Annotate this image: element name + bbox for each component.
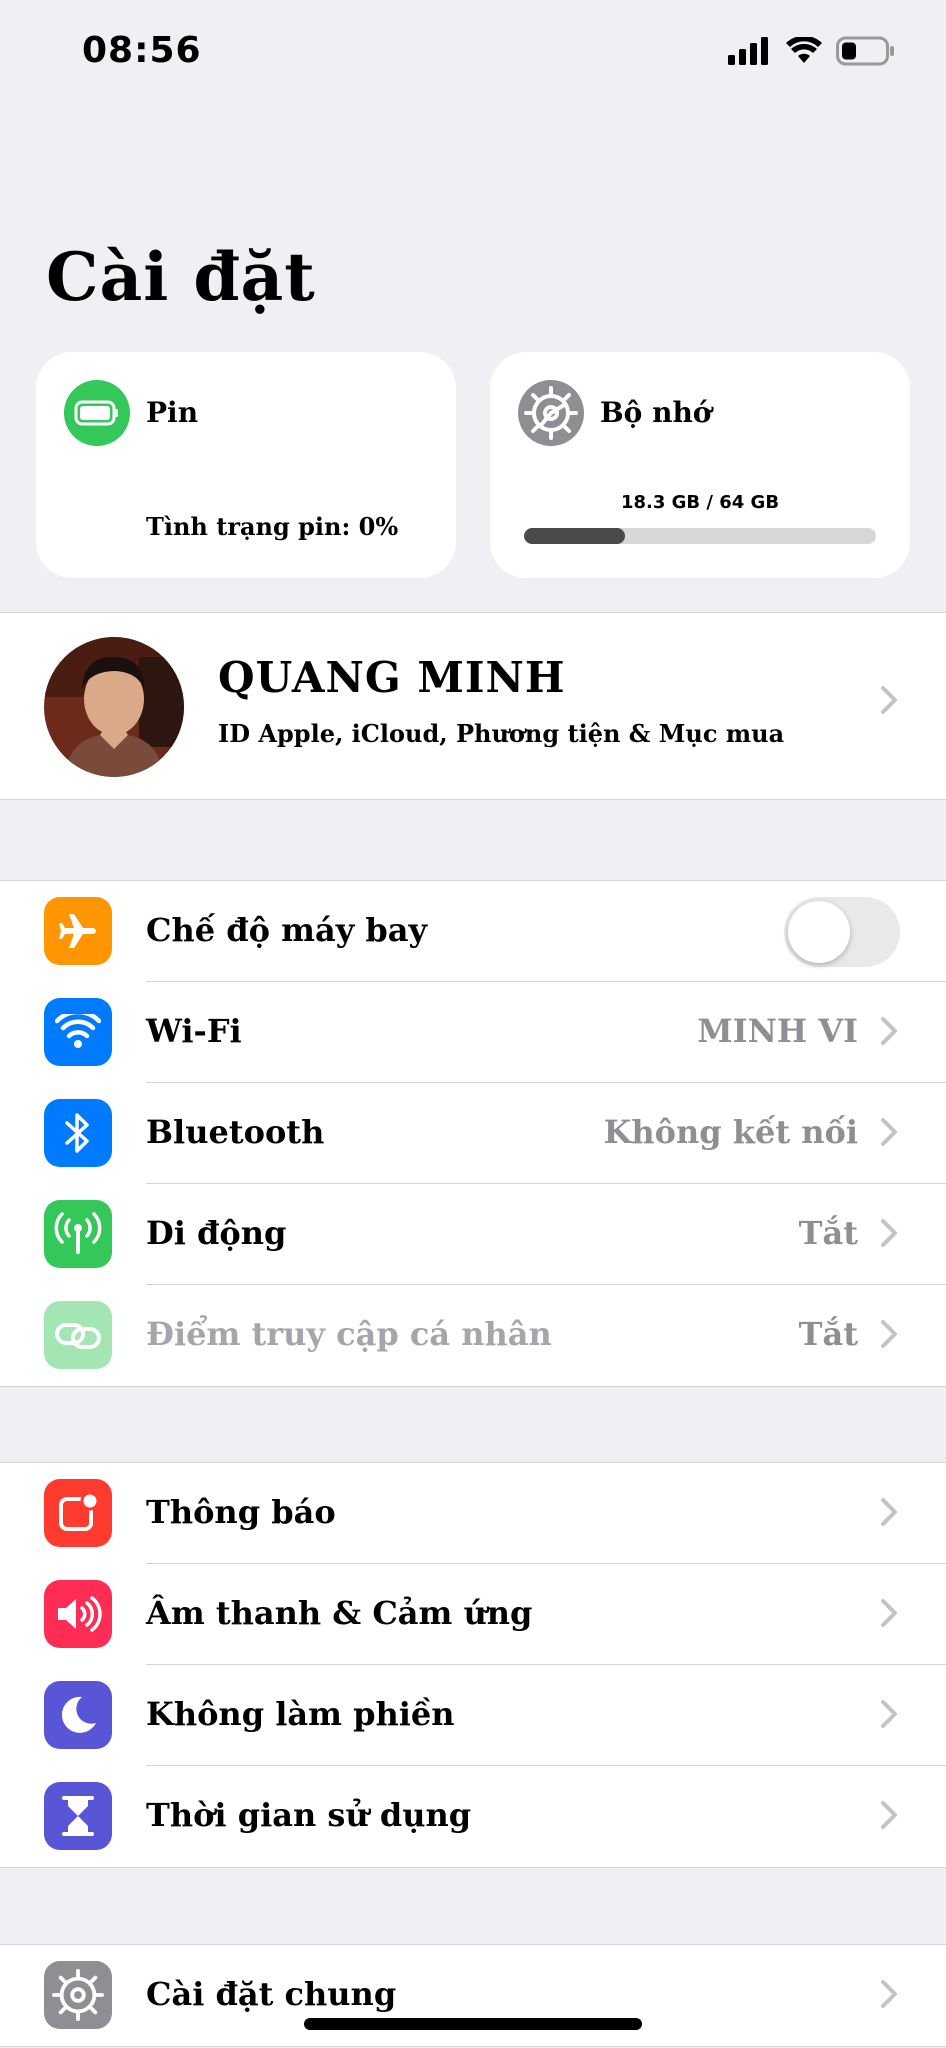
chevron-right-icon xyxy=(881,686,897,714)
connectivity-group: Chế độ máy bay Wi-Fi MINH VI Bluetooth K… xyxy=(0,880,946,1387)
profile-name: QUANG MINH xyxy=(218,653,566,702)
settings-row-notifications[interactable]: Thông báo xyxy=(0,1463,946,1564)
chevron-right-icon xyxy=(881,1219,897,1247)
settings-row-general[interactable]: Cài đặt chung xyxy=(0,1945,946,2046)
battery-widget-title: Pin xyxy=(146,396,199,429)
airplane-icon xyxy=(44,897,112,965)
storage-gear-icon xyxy=(518,380,584,446)
settings-row-do-not-disturb[interactable]: Không làm phiền xyxy=(0,1665,946,1766)
row-label-bluetooth: Bluetooth xyxy=(146,1113,325,1151)
hotspot-icon xyxy=(44,1301,112,1369)
notifications-group: Thông báo Âm thanh & Cảm ứng Không làm p… xyxy=(0,1462,946,1868)
cellular-icon xyxy=(44,1200,112,1268)
chevron-right-icon xyxy=(881,1980,897,2008)
wifi-status-icon xyxy=(786,37,822,63)
signal-icon xyxy=(728,37,768,65)
gear-icon xyxy=(44,1961,112,2029)
storage-widget[interactable]: Bộ nhớ 18.3 GB / 64 GB xyxy=(490,352,910,578)
bluetooth-status: Không kết nối xyxy=(603,1113,858,1151)
row-label-wifi: Wi-Fi xyxy=(146,1012,242,1050)
avatar xyxy=(44,637,184,777)
status-time: 08:56 xyxy=(82,30,202,71)
settings-row-cellular[interactable]: Di động Tắt xyxy=(0,1184,946,1285)
chevron-right-icon xyxy=(881,1498,897,1526)
home-indicator[interactable] xyxy=(304,2018,642,2030)
chevron-right-icon xyxy=(881,1320,897,1348)
settings-screen: 08:56 Cài đặt Pin Tình trạng pin: 0% Bộ … xyxy=(0,0,946,2048)
sound-icon xyxy=(44,1580,112,1648)
row-label-sounds: Âm thanh & Cảm ứng xyxy=(146,1594,533,1632)
storage-widget-title: Bộ nhớ xyxy=(600,396,712,429)
row-label-airplane-mode: Chế độ máy bay xyxy=(146,911,428,949)
notifications-icon xyxy=(44,1479,112,1547)
status-icons xyxy=(728,36,896,66)
storage-usage-text: 18.3 GB / 64 GB xyxy=(620,492,780,513)
settings-row-bluetooth[interactable]: Bluetooth Không kết nối xyxy=(0,1083,946,1184)
settings-row-personal-hotspot[interactable]: Điểm truy cập cá nhân Tắt xyxy=(0,1285,946,1386)
battery-widget-icon xyxy=(64,380,130,446)
storage-progress-bar xyxy=(524,528,876,544)
chevron-right-icon xyxy=(881,1700,897,1728)
chevron-right-icon xyxy=(881,1118,897,1146)
wifi-network-name: MINH VI xyxy=(697,1012,858,1050)
storage-progress-fill xyxy=(524,528,625,544)
airplane-mode-toggle[interactable] xyxy=(784,897,900,967)
chevron-right-icon xyxy=(881,1017,897,1045)
hotspot-status: Tắt xyxy=(798,1315,858,1353)
battery-status-icon xyxy=(836,36,894,66)
settings-row-screen-time[interactable]: Thời gian sử dụng xyxy=(0,1766,946,1867)
row-label-cellular: Di động xyxy=(146,1214,287,1252)
status-bar: 08:56 xyxy=(0,0,946,110)
bluetooth-icon xyxy=(44,1099,112,1167)
wifi-icon xyxy=(44,998,112,1066)
row-label-personal-hotspot: Điểm truy cập cá nhân xyxy=(146,1315,552,1353)
page-title: Cài đặt xyxy=(46,238,316,316)
row-label-notifications: Thông báo xyxy=(146,1493,336,1531)
row-label-do-not-disturb: Không làm phiền xyxy=(146,1695,455,1733)
chevron-right-icon xyxy=(881,1599,897,1627)
battery-health-text: Tình trạng pin: 0% xyxy=(146,512,399,541)
battery-widget[interactable]: Pin Tình trạng pin: 0% xyxy=(36,352,456,578)
toggle-knob xyxy=(788,901,850,963)
moon-icon xyxy=(44,1681,112,1749)
settings-row-sounds[interactable]: Âm thanh & Cảm ứng xyxy=(0,1564,946,1665)
row-label-screen-time: Thời gian sử dụng xyxy=(146,1796,472,1834)
chevron-right-icon xyxy=(881,1801,897,1829)
settings-row-wifi[interactable]: Wi-Fi MINH VI xyxy=(0,982,946,1083)
general-group: Cài đặt chung xyxy=(0,1944,946,2047)
profile-subtitle: ID Apple, iCloud, Phương tiện & Mục mua xyxy=(218,719,785,748)
row-label-general: Cài đặt chung xyxy=(146,1975,397,2013)
settings-row-airplane-mode[interactable]: Chế độ máy bay xyxy=(0,881,946,982)
hourglass-icon xyxy=(44,1782,112,1850)
cellular-status: Tắt xyxy=(798,1214,858,1252)
apple-id-profile-row[interactable]: QUANG MINH ID Apple, iCloud, Phương tiện… xyxy=(0,612,946,800)
